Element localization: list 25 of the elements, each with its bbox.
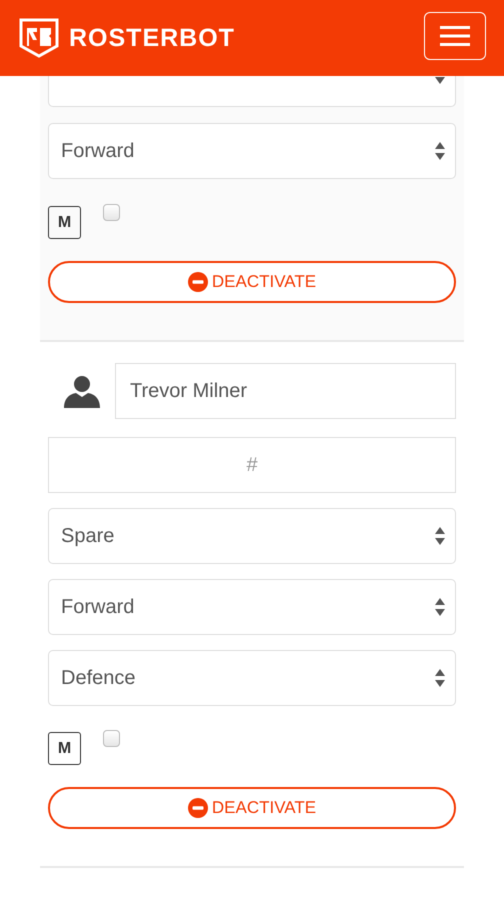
- person-icon: [64, 374, 100, 408]
- minus-circle-icon: [188, 272, 208, 292]
- manager-badge: M: [48, 206, 81, 239]
- shield-logo-icon: [19, 18, 59, 58]
- checkbox[interactable]: [103, 730, 120, 747]
- deactivate-button[interactable]: DEACTIVATE: [48, 261, 456, 303]
- sort-arrows-icon: [434, 668, 446, 688]
- sort-arrows-icon: [434, 141, 446, 161]
- minus-circle-icon: [188, 798, 208, 818]
- menu-icon: [440, 26, 470, 46]
- sort-arrows-icon: [434, 526, 446, 546]
- manager-badge: M: [48, 732, 81, 765]
- checkbox[interactable]: [103, 204, 120, 221]
- number-field[interactable]: #: [48, 437, 456, 493]
- position-select[interactable]: Forward: [48, 123, 456, 179]
- menu-button[interactable]: [424, 12, 486, 60]
- sort-arrows-icon: [434, 597, 446, 617]
- deactivate-button[interactable]: DEACTIVATE: [48, 787, 456, 829]
- brand-name: ROSTERBOT: [69, 24, 235, 52]
- down-arrow-icon: [434, 77, 446, 85]
- position-select[interactable]: [48, 76, 456, 107]
- position-select[interactable]: Spare: [48, 508, 456, 564]
- position-select[interactable]: Forward: [48, 579, 456, 635]
- name-field[interactable]: Trevor Milner: [115, 363, 456, 419]
- position-select[interactable]: Defence: [48, 650, 456, 706]
